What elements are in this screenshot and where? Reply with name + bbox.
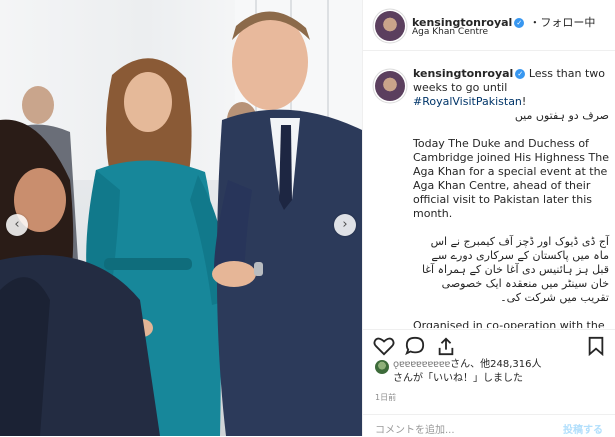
verified-icon: ✓: [515, 69, 526, 79]
post-header: kensingtonroyal ✓ ・フォロー中: [363, 0, 615, 51]
comment-icon[interactable]: [404, 336, 426, 356]
caption-area: kensingtonroyal ✓ Less than two weeks to …: [363, 51, 615, 328]
location-link[interactable]: Aga Khan Centre: [412, 27, 488, 37]
heart-icon[interactable]: [373, 336, 395, 356]
next-image-button[interactable]: ›: [334, 214, 356, 236]
share-icon[interactable]: [435, 336, 457, 356]
caption-urdu-2: آج ڈی ڈیوک اور ڈچز آف کیمبرج نے اس ماہ م…: [421, 235, 609, 304]
previous-image-button[interactable]: ‹: [6, 214, 28, 236]
likes-line-2: さんが「いいね！」しました: [393, 373, 523, 384]
hashtag-suffix: !: [521, 95, 527, 108]
photo-figures: [0, 11, 362, 436]
caption-username-link[interactable]: kensingtonroyal: [413, 67, 513, 80]
avatar[interactable]: [375, 11, 405, 41]
chevron-right-icon: ›: [342, 217, 348, 232]
follow-status-button[interactable]: ・フォロー中: [529, 16, 595, 29]
post-timestamp[interactable]: 1日前: [375, 392, 396, 403]
post-photo[interactable]: ‹ ›: [0, 0, 362, 436]
likes-count[interactable]: さん、他248,316人: [450, 359, 541, 370]
liker-avatar[interactable]: [375, 360, 389, 374]
caption-english-2: Organised in co-operation with the High …: [413, 319, 605, 328]
verified-icon: ✓: [514, 18, 525, 28]
caption-english-1: Today The Duke and Duchess of Cambridge …: [413, 137, 609, 220]
caption-urdu-1: صرف دو ہفتوں میں: [514, 109, 609, 122]
comment-bar: コメントを追加... 投稿する: [363, 414, 615, 437]
comment-input[interactable]: コメントを追加...: [375, 421, 455, 436]
post-comment-button[interactable]: 投稿する: [563, 421, 603, 436]
caption-text: kensingtonroyal ✓ Less than two weeks to …: [413, 67, 609, 328]
chevron-left-icon: ‹: [14, 217, 20, 232]
liker-name-link[interactable]: ǫɐɐɐɐɐɐɐɐɐ: [393, 359, 450, 370]
caption-avatar[interactable]: [375, 71, 405, 101]
bookmark-icon[interactable]: [587, 336, 605, 356]
hashtag-link[interactable]: #RoyalVisitPakistan: [413, 95, 522, 108]
